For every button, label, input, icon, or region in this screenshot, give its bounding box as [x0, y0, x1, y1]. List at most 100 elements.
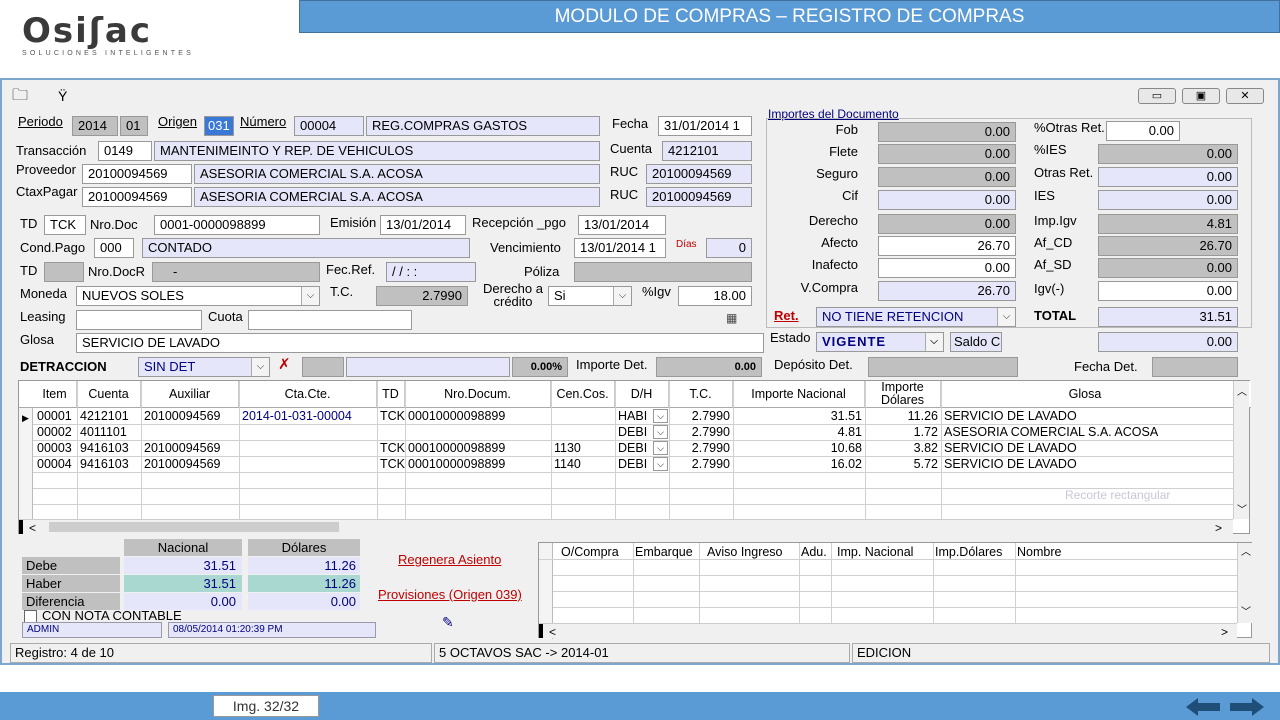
cif-field[interactable]: 0.00 [878, 190, 1016, 210]
estado-select[interactable]: VIGENTE ⌵ [816, 332, 944, 352]
periodo-month-field[interactable]: 01 [120, 116, 148, 136]
cell-ctacte[interactable]: 2014-01-031-00004 [239, 408, 377, 424]
cell-auxiliar[interactable]: 20100094569 [141, 440, 239, 456]
cell-dolares[interactable]: 3.82 [865, 440, 941, 456]
cell-glosa[interactable]: SERVICIO DE LAVADO [941, 408, 1229, 424]
cell-ctacte[interactable] [239, 424, 377, 440]
cell-tc[interactable]: 2.7990 [669, 424, 733, 440]
col-auxiliar[interactable]: Auxiliar [141, 381, 239, 407]
detraccion-pct-field[interactable]: 0.00% [512, 357, 568, 377]
calculator-icon[interactable]: ▦ [726, 310, 737, 326]
vencimiento-field[interactable]: 13/01/2014 1 [574, 238, 666, 258]
saldo-button[interactable]: Saldo C [950, 332, 1002, 352]
scroll-thumb[interactable] [49, 522, 339, 532]
close-button[interactable]: ✕ [1226, 88, 1264, 104]
chevron-down-icon[interactable]: ⌵ [251, 358, 269, 376]
numero-field[interactable]: 00004 [294, 116, 364, 136]
saldo-field[interactable]: 0.00 [1098, 332, 1238, 352]
provisiones-link[interactable]: Provisiones (Origen 039) [378, 587, 522, 602]
imp-igv-field[interactable]: 4.81 [1098, 214, 1238, 234]
cell-cencos[interactable]: 1140 [551, 456, 615, 472]
cell-cuenta[interactable]: 9416103 [77, 456, 141, 472]
minimize-button[interactable]: ▭ [1138, 88, 1176, 104]
origen-field[interactable]: 031 [204, 116, 234, 136]
cell-nacional[interactable]: 31.51 [733, 408, 865, 424]
col-importe-nacional[interactable]: Importe Nacional [733, 381, 865, 407]
window-menu[interactable]: Ÿ [58, 88, 67, 104]
chevron-down-icon[interactable]: ⌵ [653, 425, 668, 439]
ctaxpagar-field[interactable]: 20100094569 [82, 187, 192, 207]
total-field[interactable]: 31.51 [1098, 307, 1238, 327]
chevron-down-icon[interactable]: ⌵ [653, 409, 668, 423]
emision-field[interactable]: 13/01/2014 [380, 215, 466, 235]
moneda-select[interactable]: NUEVOS SOLES ⌵ [76, 286, 320, 306]
ruc-field[interactable]: 20100094569 [646, 164, 752, 184]
af-cd-field[interactable]: 26.70 [1098, 236, 1238, 256]
seguro-field[interactable]: 0.00 [878, 167, 1016, 187]
cell-glosa[interactable]: SERVICIO DE LAVADO [941, 456, 1229, 472]
cell-auxiliar[interactable]: 20100094569 [141, 408, 239, 424]
proveedor-desc-field[interactable]: ASESORIA COMERCIAL S.A. ACOSA [194, 164, 600, 184]
cell-item[interactable]: 00002 [34, 424, 77, 440]
col-tc[interactable]: T.C. [669, 381, 733, 407]
detraccion-select[interactable]: SIN DET ⌵ [138, 357, 270, 377]
numero-desc-field[interactable]: REG.COMPRAS GASTOS [366, 116, 600, 136]
condpago-field[interactable]: 000 [94, 238, 134, 258]
derecho-select[interactable]: Si ⌵ [548, 286, 632, 306]
cuota-field[interactable] [248, 310, 412, 330]
col-embarque[interactable]: Embarque [635, 544, 693, 560]
ret-select[interactable]: NO TIENE RETENCION ⌵ [816, 307, 1016, 327]
transaccion-field[interactable]: 0149 [98, 141, 152, 161]
igv-field[interactable]: 18.00 [678, 286, 752, 306]
fob-field[interactable]: 0.00 [878, 122, 1016, 142]
cell-td[interactable]: TCK [377, 456, 405, 472]
otras-ret-field[interactable]: 0.00 [1098, 167, 1238, 187]
scroll-right-icon[interactable]: > [1215, 520, 1222, 536]
app-icon[interactable]: 🗀 [12, 88, 28, 104]
detraccion-code-field[interactable] [302, 357, 344, 377]
glosa-field[interactable]: SERVICIO DE LAVADO [76, 333, 764, 353]
cell-cuenta[interactable]: 4212101 [77, 408, 141, 424]
edit-icon[interactable]: ✎ [442, 614, 454, 630]
derecho-field[interactable]: 0.00 [878, 214, 1016, 234]
regenera-asiento-link[interactable]: Regenera Asiento [398, 552, 501, 567]
nrodoc-field[interactable]: 0001-0000098899 [154, 215, 320, 235]
td2-field[interactable] [44, 262, 84, 282]
cell-item[interactable]: 00001 [34, 408, 77, 424]
cell-nro[interactable]: 00010000098899 [405, 408, 551, 424]
cell-item[interactable]: 00004 [34, 456, 77, 472]
flete-field[interactable]: 0.00 [878, 144, 1016, 164]
cell-nro[interactable] [405, 424, 551, 440]
arrow-left-icon[interactable] [1186, 698, 1220, 716]
chevron-down-icon[interactable]: ⌵ [301, 287, 319, 305]
condpago-desc-field[interactable]: CONTADO [142, 238, 470, 258]
cell-dh[interactable]: DEBI [615, 456, 651, 472]
cell-nacional[interactable]: 4.81 [733, 424, 865, 440]
cell-td[interactable] [377, 424, 405, 440]
cell-auxiliar[interactable]: 20100094569 [141, 456, 239, 472]
importe-det-field[interactable]: 0.00 [656, 357, 762, 377]
ret-label[interactable]: Ret. [774, 308, 799, 324]
deposito-det-field[interactable] [868, 357, 1018, 377]
cell-auxiliar[interactable] [141, 424, 239, 440]
arrow-right-icon[interactable] [1230, 698, 1264, 716]
col-imp-dolares[interactable]: Imp.Dólares [935, 544, 1002, 560]
ies-pct-field[interactable]: 0.00 [1098, 144, 1238, 164]
cell-nro[interactable]: 00010000098899 [405, 440, 551, 456]
subgrid-horizontal-scrollbar[interactable]: < > [539, 623, 1237, 639]
cell-dh[interactable]: DEBI [615, 440, 651, 456]
ies-field[interactable]: 0.00 [1098, 190, 1238, 210]
cell-item[interactable]: 00003 [34, 440, 77, 456]
cell-glosa[interactable]: ASESORIA COMERCIAL S.A. ACOSA [941, 424, 1229, 440]
cell-tc[interactable]: 2.7990 [669, 440, 733, 456]
cell-dolares[interactable]: 1.72 [865, 424, 941, 440]
col-ocompra[interactable]: O/Compra [561, 544, 619, 560]
col-dh[interactable]: D/H [615, 381, 669, 407]
cell-nacional[interactable]: 10.68 [733, 440, 865, 456]
chevron-down-icon[interactable]: ⌵ [613, 287, 631, 305]
cell-cencos[interactable]: 1130 [551, 440, 615, 456]
ctaxpagar-desc-field[interactable]: ASESORIA COMERCIAL S.A. ACOSA [194, 187, 600, 207]
col-nrodocum[interactable]: Nro.Docum. [405, 381, 551, 407]
fecref-field[interactable]: / / : : [386, 262, 476, 282]
dias-field[interactable]: 0 [706, 238, 752, 258]
